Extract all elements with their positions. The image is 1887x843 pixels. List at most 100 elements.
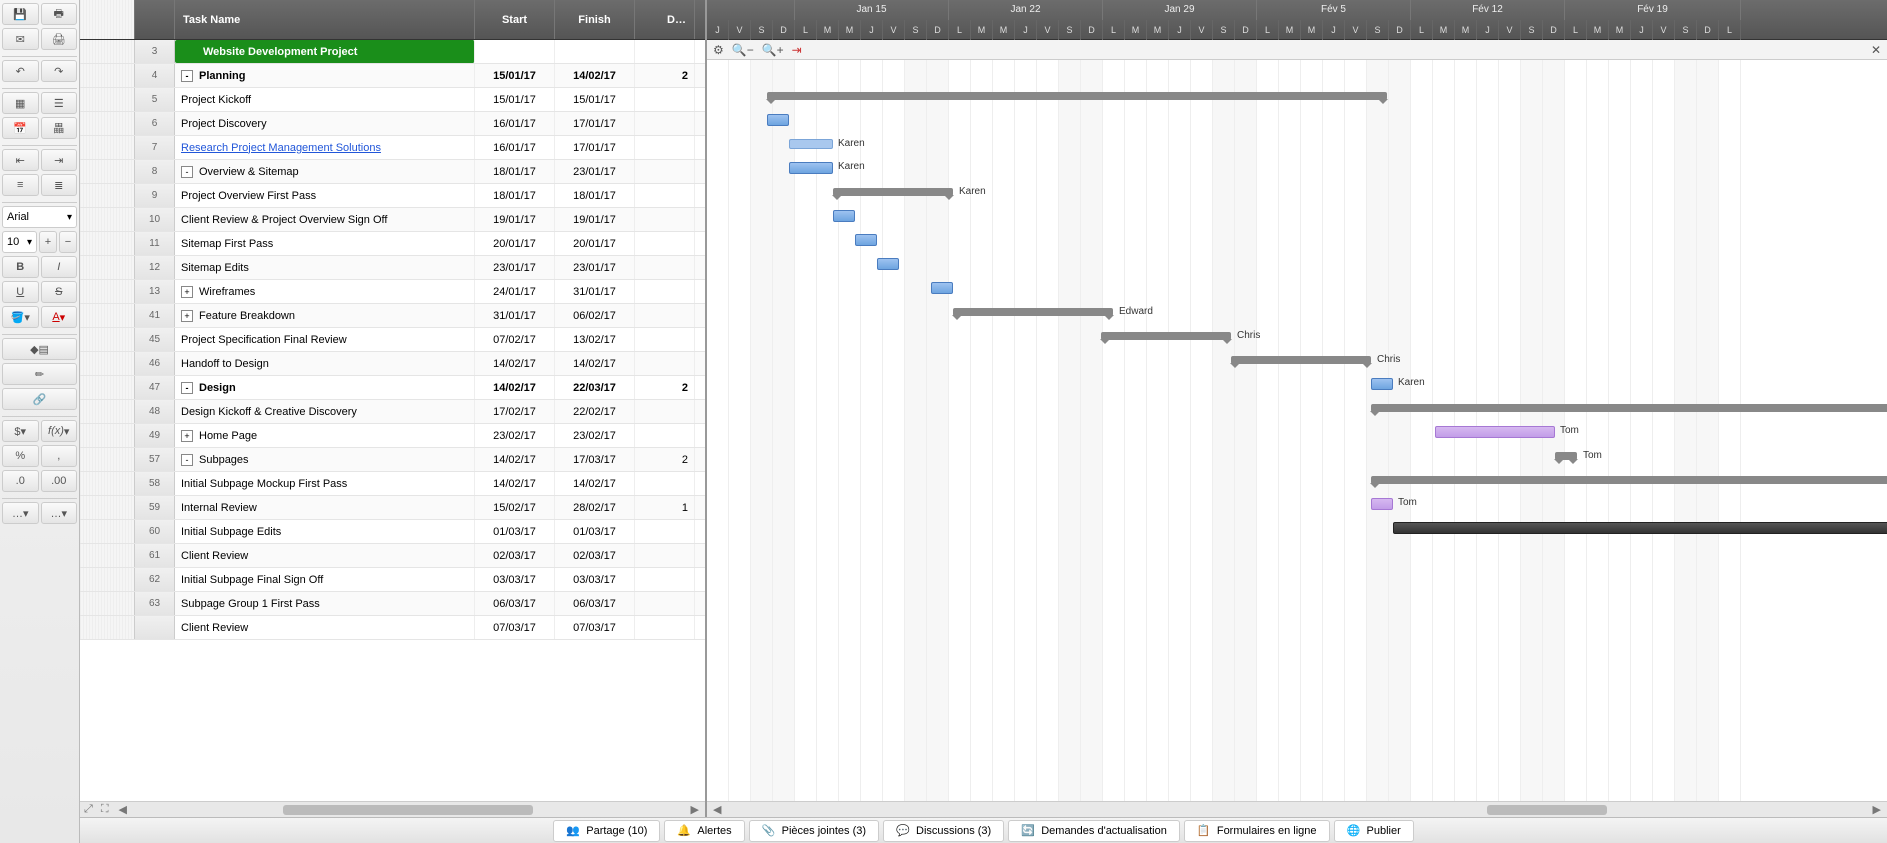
indent-left-icon[interactable]: ⇤ — [2, 149, 39, 171]
undo-icon[interactable]: ↶ — [2, 60, 39, 82]
table-row[interactable]: 13+Wireframes24/01/1731/01/17 — [80, 280, 705, 304]
gantt-bar[interactable]: Tom — [1435, 426, 1555, 438]
toggle-icon[interactable]: - — [181, 382, 193, 394]
toggle-icon[interactable]: + — [181, 430, 193, 442]
attach-col-header[interactable] — [80, 0, 135, 39]
gantt-bar[interactable] — [877, 258, 899, 270]
grid-view-icon[interactable]: ▦ — [2, 92, 39, 114]
table-row[interactable]: 6Project Discovery16/01/1717/01/17 — [80, 112, 705, 136]
redo-icon[interactable]: ↷ — [41, 60, 78, 82]
table-row[interactable]: 63Subpage Group 1 First Pass06/03/1706/0… — [80, 592, 705, 616]
table-row[interactable]: 10Client Review & Project Overview Sign … — [80, 208, 705, 232]
bottom-attach-button[interactable]: 📎Pièces jointes (3) — [749, 820, 879, 842]
table-row[interactable]: 7Research Project Management Solutions16… — [80, 136, 705, 160]
gantt-bar[interactable]: Edward — [953, 308, 1113, 316]
gantt-bar[interactable]: Tom — [1371, 498, 1393, 510]
gear-icon[interactable]: ⚙ — [713, 43, 724, 57]
print2-icon[interactable]: 🖨 — [41, 28, 78, 50]
strike-icon[interactable]: S — [41, 281, 78, 303]
zoom-in-icon[interactable]: 🔍+ — [762, 43, 784, 57]
bottom-globe-button[interactable]: 🌐Publier — [1334, 820, 1414, 842]
highlight-icon[interactable]: ✏ — [2, 363, 77, 385]
table-row[interactable]: 5Project Kickoff15/01/1715/01/17 — [80, 88, 705, 112]
more1-icon[interactable]: …▾ — [2, 502, 39, 524]
toggle-icon[interactable]: + — [181, 286, 193, 298]
save-icon[interactable]: 💾 — [2, 3, 39, 25]
toggle-icon[interactable]: - — [181, 454, 193, 466]
currency-icon[interactable]: $▾ — [2, 420, 39, 442]
indent-right-icon[interactable]: ⇥ — [41, 149, 78, 171]
percent-icon[interactable]: % — [2, 445, 39, 467]
grid-hscroll[interactable]: ⤢ ⛶ ◀ ▶ — [80, 801, 705, 817]
bottom-bell-button[interactable]: 🔔Alertes — [664, 820, 744, 842]
calendar-icon[interactable]: 📅 — [2, 117, 39, 139]
underline-icon[interactable]: U — [2, 281, 39, 303]
gantt-bar[interactable] — [1371, 476, 1887, 484]
gantt-bar[interactable]: Karen — [833, 188, 953, 196]
table-row[interactable]: 3Website Development Project — [80, 40, 705, 64]
gantt-view-icon[interactable]: ☰ — [41, 92, 78, 114]
font-select[interactable]: Arial▾ — [2, 206, 77, 228]
link-icon[interactable]: 🔗 — [2, 388, 77, 410]
gantt-bar[interactable]: Chris — [1231, 356, 1371, 364]
size-minus-icon[interactable]: − — [59, 231, 77, 253]
dur-col-header[interactable]: D… — [635, 0, 695, 39]
start-col-header[interactable]: Start — [475, 0, 555, 39]
zoom-out-icon[interactable]: 🔍− — [732, 43, 754, 57]
bottom-share-button[interactable]: 👥Partage (10) — [553, 820, 660, 842]
gantt-bar[interactable] — [1393, 522, 1887, 534]
table-row[interactable]: 4-Planning15/01/1714/02/172 — [80, 64, 705, 88]
gantt-bar[interactable] — [931, 282, 953, 294]
more2-icon[interactable]: …▾ — [41, 502, 78, 524]
gantt-bar[interactable] — [767, 92, 1387, 100]
finish-col-header[interactable]: Finish — [555, 0, 635, 39]
formula-icon[interactable]: f(x)▾ — [41, 420, 78, 442]
gantt-bar[interactable]: Karen — [789, 162, 833, 174]
outdent-icon[interactable]: ≡ — [2, 174, 39, 196]
print-icon[interactable]: 🖶 — [41, 3, 78, 25]
gantt-bar[interactable] — [767, 114, 789, 126]
thousands-icon[interactable]: , — [41, 445, 78, 467]
task-col-header[interactable]: Task Name — [175, 0, 475, 39]
table-row[interactable]: 41+Feature Breakdown31/01/1706/02/17 — [80, 304, 705, 328]
gantt-bar[interactable]: Tom — [1555, 452, 1577, 460]
table-row[interactable]: 60Initial Subpage Edits01/03/1701/03/17 — [80, 520, 705, 544]
size-select[interactable]: 10▾ — [2, 231, 37, 253]
table-row[interactable]: 59Internal Review15/02/1728/02/171 — [80, 496, 705, 520]
table-row[interactable]: 12Sitemap Edits23/01/1723/01/17 — [80, 256, 705, 280]
table-row[interactable]: 46Handoff to Design14/02/1714/02/17 — [80, 352, 705, 376]
table-row[interactable]: 61Client Review02/03/1702/03/17 — [80, 544, 705, 568]
hierarchy-icon[interactable]: 畾 — [41, 117, 78, 139]
text-color-icon[interactable]: A▾ — [41, 306, 78, 328]
bottom-form-button[interactable]: 📋Formulaires en ligne — [1184, 820, 1330, 842]
table-row[interactable]: 11Sitemap First Pass20/01/1720/01/17 — [80, 232, 705, 256]
table-row[interactable]: Client Review07/03/1707/03/17 — [80, 616, 705, 640]
table-row[interactable]: 45Project Specification Final Review07/0… — [80, 328, 705, 352]
bottom-refresh-button[interactable]: 🔄Demandes d'actualisation — [1008, 820, 1180, 842]
gantt-bar[interactable]: Chris — [1101, 332, 1231, 340]
collapse-icon[interactable]: ≣ — [41, 174, 78, 196]
goto-today-icon[interactable]: ⇥ — [792, 43, 802, 57]
gantt-hscroll[interactable]: ◀ ▶ — [707, 801, 1887, 817]
table-row[interactable]: 9Project Overview First Pass18/01/1718/0… — [80, 184, 705, 208]
gantt-bar[interactable] — [833, 210, 855, 222]
table-row[interactable]: 47-Design14/02/1722/03/172 — [80, 376, 705, 400]
gantt-bar[interactable]: Karen — [789, 139, 833, 149]
bottom-chat-button[interactable]: 💬Discussions (3) — [883, 820, 1004, 842]
toggle-icon[interactable]: + — [181, 310, 193, 322]
toggle-icon[interactable]: - — [181, 70, 193, 82]
table-row[interactable]: 8-Overview & Sitemap18/01/1723/01/17 — [80, 160, 705, 184]
dec-dec-icon[interactable]: .00 — [41, 470, 78, 492]
table-row[interactable]: 57-Subpages14/02/1717/03/172 — [80, 448, 705, 472]
gantt-bar[interactable] — [1371, 404, 1887, 412]
table-row[interactable]: 62Initial Subpage Final Sign Off03/03/17… — [80, 568, 705, 592]
bold-icon[interactable]: B — [2, 256, 39, 278]
table-row[interactable]: 48Design Kickoff & Creative Discovery17/… — [80, 400, 705, 424]
rownum-col-header[interactable] — [135, 0, 175, 39]
italic-icon[interactable]: I — [41, 256, 78, 278]
mail-icon[interactable]: ✉ — [2, 28, 39, 50]
gantt-bar[interactable]: Karen — [1371, 378, 1393, 390]
dec-inc-icon[interactable]: .0 — [2, 470, 39, 492]
table-row[interactable]: 58Initial Subpage Mockup First Pass14/02… — [80, 472, 705, 496]
size-plus-icon[interactable]: + — [39, 231, 57, 253]
